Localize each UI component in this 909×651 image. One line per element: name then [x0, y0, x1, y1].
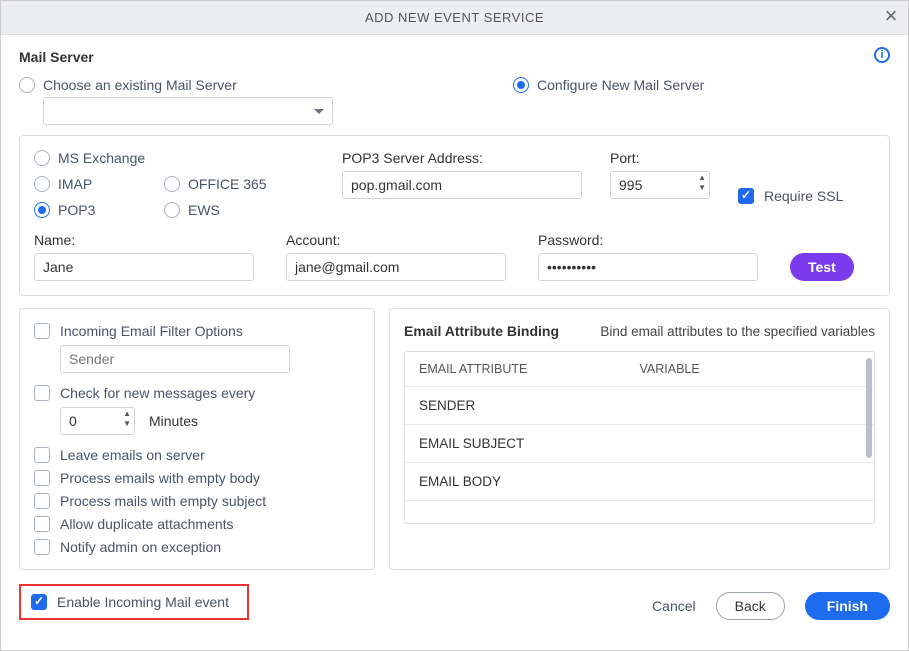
checkbox-label: Leave emails on server	[60, 447, 205, 463]
radio-label: Choose an existing Mail Server	[43, 77, 237, 93]
cancel-button[interactable]: Cancel	[652, 598, 696, 614]
existing-server-select[interactable]	[43, 97, 333, 125]
pop3-address-label: POP3 Server Address:	[342, 150, 582, 166]
password-label: Password:	[538, 232, 758, 248]
checkbox-icon	[738, 188, 754, 204]
radio-pop3[interactable]: POP3	[34, 202, 164, 218]
radio-icon	[513, 77, 529, 93]
col-variable: VARIABLE	[640, 362, 861, 376]
finish-button[interactable]: Finish	[805, 592, 890, 620]
checkbox-icon	[34, 323, 50, 339]
pop3-address-input[interactable]	[342, 171, 582, 199]
binding-table: EMAIL ATTRIBUTE VARIABLE SENDER EMAIL SU…	[404, 351, 875, 524]
radio-icon	[34, 150, 50, 166]
enable-incoming-mail-checkbox[interactable]: Enable Incoming Mail event	[19, 584, 249, 620]
radio-icon	[34, 176, 50, 192]
name-label: Name:	[34, 232, 254, 248]
account-input[interactable]	[286, 253, 506, 281]
table-row[interactable]: EMAIL SUBJECT	[405, 424, 874, 462]
radio-icon	[19, 77, 35, 93]
chevron-down-icon: ▼	[123, 419, 131, 429]
allow-duplicate-checkbox[interactable]: Allow duplicate attachments	[34, 516, 360, 532]
info-icon[interactable]: i	[874, 47, 890, 63]
checkbox-label: Enable Incoming Mail event	[57, 594, 229, 610]
process-empty-body-checkbox[interactable]: Process emails with empty body	[34, 470, 360, 486]
radio-icon	[164, 202, 180, 218]
radio-configure-new[interactable]: Configure New Mail Server	[513, 77, 704, 93]
check-every-checkbox[interactable]: Check for new messages every	[34, 385, 360, 401]
scrollbar-thumb[interactable]	[866, 358, 872, 458]
radio-label: EWS	[188, 202, 220, 218]
check-every-label: Check for new messages every	[60, 385, 255, 401]
radio-ews[interactable]: EWS	[164, 202, 294, 218]
col-attribute: EMAIL ATTRIBUTE	[419, 362, 640, 376]
radio-office365[interactable]: OFFICE 365	[164, 176, 294, 192]
radio-icon	[164, 176, 180, 192]
account-label: Account:	[286, 232, 506, 248]
sender-filter-input[interactable]	[60, 345, 290, 373]
radio-label: MS Exchange	[58, 150, 145, 166]
chevron-up-icon: ▲	[698, 173, 706, 183]
checkbox-icon	[34, 470, 50, 486]
mail-server-label: Mail Server	[19, 49, 94, 65]
close-icon[interactable]: ×	[885, 5, 898, 27]
minutes-spinner-controls[interactable]: ▲ ▼	[123, 409, 131, 429]
radio-label: Configure New Mail Server	[537, 77, 704, 93]
checkbox-label: Process mails with empty subject	[60, 493, 266, 509]
radio-label: POP3	[58, 202, 95, 218]
binding-subtitle: Bind email attributes to the specified v…	[600, 324, 875, 339]
require-ssl-checkbox[interactable]: Require SSL	[738, 174, 843, 218]
checkbox-icon	[34, 539, 50, 555]
radio-choose-existing[interactable]: Choose an existing Mail Server	[19, 77, 333, 93]
radio-label: IMAP	[58, 176, 92, 192]
notify-admin-checkbox[interactable]: Notify admin on exception	[34, 539, 360, 555]
checkbox-icon	[34, 447, 50, 463]
checkbox-icon	[34, 385, 50, 401]
checkbox-label: Allow duplicate attachments	[60, 516, 234, 532]
port-input[interactable]	[610, 171, 710, 199]
minutes-label: Minutes	[149, 413, 198, 429]
checkbox-icon	[34, 516, 50, 532]
radio-imap[interactable]: IMAP	[34, 176, 164, 192]
checkbox-icon	[34, 493, 50, 509]
binding-title: Email Attribute Binding	[404, 323, 559, 339]
filter-options-label: Incoming Email Filter Options	[60, 323, 243, 339]
name-input[interactable]	[34, 253, 254, 281]
table-row[interactable]: EMAIL BODY	[405, 462, 874, 500]
radio-ms-exchange[interactable]: MS Exchange	[34, 150, 164, 166]
modal-title: ADD NEW EVENT SERVICE	[365, 10, 544, 25]
radio-label: OFFICE 365	[188, 176, 267, 192]
filter-options-checkbox[interactable]: Incoming Email Filter Options	[34, 323, 360, 339]
process-empty-subject-checkbox[interactable]: Process mails with empty subject	[34, 493, 360, 509]
radio-icon	[34, 202, 50, 218]
checkbox-icon	[31, 594, 47, 610]
port-spinner-controls[interactable]: ▲ ▼	[698, 173, 706, 193]
chevron-down-icon: ▼	[698, 183, 706, 193]
back-button[interactable]: Back	[716, 592, 785, 620]
test-button[interactable]: Test	[790, 253, 854, 281]
table-row	[405, 500, 874, 523]
require-ssl-label: Require SSL	[764, 188, 843, 204]
port-label: Port:	[610, 150, 710, 166]
checkbox-label: Notify admin on exception	[60, 539, 221, 555]
modal-header: ADD NEW EVENT SERVICE ×	[1, 1, 908, 35]
checkbox-label: Process emails with empty body	[60, 470, 260, 486]
chevron-up-icon: ▲	[123, 409, 131, 419]
leave-emails-checkbox[interactable]: Leave emails on server	[34, 447, 360, 463]
table-row[interactable]: SENDER	[405, 386, 874, 424]
password-input[interactable]	[538, 253, 758, 281]
